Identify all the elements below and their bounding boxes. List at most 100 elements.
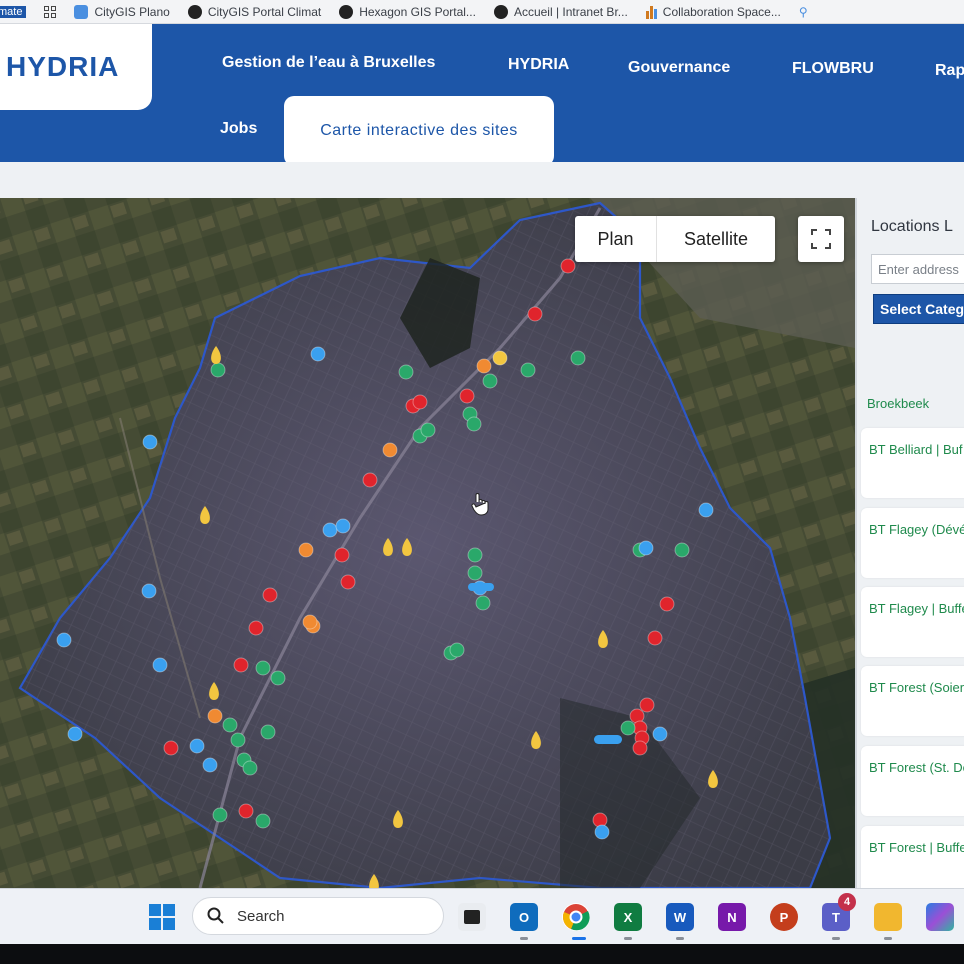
orange-site-marker[interactable] — [207, 708, 223, 724]
logo[interactable]: HYDRIA — [0, 24, 152, 110]
green-site-marker[interactable] — [260, 724, 276, 740]
location-item[interactable]: BT Belliard | Buf — [861, 428, 964, 498]
bookmark-apps[interactable] — [44, 5, 57, 18]
red-site-marker[interactable] — [527, 306, 543, 322]
onenote-icon[interactable]: N — [718, 903, 746, 931]
blue-site-marker[interactable] — [189, 738, 205, 754]
location-item[interactable]: Broekbeek — [867, 396, 929, 411]
green-site-marker[interactable] — [466, 416, 482, 432]
address-search-input[interactable] — [871, 254, 964, 284]
bookmark-citygis-climat[interactable]: CityGIS Portal Climat — [187, 4, 321, 19]
nav-carte-active[interactable]: Carte interactive des sites — [284, 96, 554, 166]
green-site-marker[interactable] — [230, 732, 246, 748]
nav-jobs[interactable]: Jobs — [220, 120, 257, 138]
green-site-marker[interactable] — [255, 813, 271, 829]
blue-site-marker[interactable] — [335, 518, 351, 534]
blue-site-marker[interactable] — [652, 726, 668, 742]
excel-icon[interactable]: X — [614, 903, 642, 931]
red-site-marker[interactable] — [412, 394, 428, 410]
blue-site-marker[interactable] — [698, 502, 714, 518]
red-site-marker[interactable] — [248, 620, 264, 636]
red-site-marker[interactable] — [340, 574, 356, 590]
blue-site-marker[interactable] — [638, 540, 654, 556]
yellow-site-marker[interactable] — [492, 350, 508, 366]
green-site-marker[interactable] — [270, 670, 286, 686]
bookmark-more[interactable]: ⚲ — [799, 5, 808, 19]
blue-segment-marker[interactable] — [468, 583, 494, 591]
blue-site-marker[interactable] — [142, 434, 158, 450]
nav-gestion[interactable]: Gestion de l’eau à Bruxelles — [222, 54, 435, 72]
location-item[interactable]: BT Flagey | Buffe — [861, 587, 964, 657]
outlook-icon[interactable]: O — [510, 903, 538, 931]
m365-icon[interactable] — [926, 903, 954, 931]
logo-text: HYDRIA — [6, 51, 120, 82]
nav-hydria[interactable]: HYDRIA — [508, 56, 569, 74]
location-item[interactable]: BT Forest | Buffe — [861, 826, 964, 888]
blue-site-marker[interactable] — [152, 657, 168, 673]
green-site-marker[interactable] — [520, 362, 536, 378]
red-site-marker[interactable] — [233, 657, 249, 673]
red-site-marker[interactable] — [639, 697, 655, 713]
blue-segment-marker[interactable] — [594, 735, 622, 744]
location-item[interactable]: BT Forest (St. De — [861, 746, 964, 816]
green-site-marker[interactable] — [242, 760, 258, 776]
red-site-marker[interactable] — [238, 803, 254, 819]
bookmark-collaboration[interactable]: Collaboration Space... — [645, 5, 781, 19]
green-site-marker[interactable] — [398, 364, 414, 380]
green-site-marker[interactable] — [449, 642, 465, 658]
nav-gouvernance[interactable]: Gouvernance — [628, 59, 730, 77]
satellite-button[interactable]: Satellite — [657, 216, 775, 262]
red-site-marker[interactable] — [459, 388, 475, 404]
red-site-marker[interactable] — [334, 547, 350, 563]
blue-site-marker[interactable] — [202, 757, 218, 773]
nav-rap[interactable]: Rap — [935, 62, 964, 80]
fullscreen-button[interactable] — [798, 216, 844, 262]
red-site-marker[interactable] — [647, 630, 663, 646]
powerpoint-icon[interactable]: P — [770, 903, 798, 931]
red-site-marker[interactable] — [163, 740, 179, 756]
location-item[interactable]: BT Forest (Soier — [861, 666, 964, 736]
blue-site-marker[interactable] — [594, 824, 610, 840]
bookmark-hexagon[interactable]: Hexagon GIS Portal... — [339, 4, 476, 19]
red-site-marker[interactable] — [659, 596, 675, 612]
green-site-marker[interactable] — [467, 547, 483, 563]
blue-site-marker[interactable] — [310, 346, 326, 362]
green-site-marker[interactable] — [620, 720, 636, 736]
map[interactable]: Plan Satellite — [0, 198, 855, 888]
green-site-marker[interactable] — [475, 595, 491, 611]
red-site-marker[interactable] — [632, 740, 648, 756]
task-view-icon[interactable] — [458, 903, 486, 931]
bookmark-intranet[interactable]: Accueil | Intranet Br... — [493, 4, 628, 19]
red-site-marker[interactable] — [362, 472, 378, 488]
bookmark-mate[interactable]: mate — [0, 5, 27, 18]
orange-site-marker[interactable] — [382, 442, 398, 458]
orange-site-marker[interactable] — [302, 614, 318, 630]
orange-site-marker[interactable] — [476, 358, 492, 374]
file-explorer-icon[interactable] — [874, 903, 902, 931]
green-site-marker[interactable] — [212, 807, 228, 823]
windows-start-icon[interactable] — [148, 903, 176, 931]
blue-site-marker[interactable] — [56, 632, 72, 648]
bookmark-citygis-plano[interactable]: CityGIS Plano — [74, 4, 170, 19]
plan-button[interactable]: Plan — [575, 216, 657, 262]
blue-site-marker[interactable] — [141, 583, 157, 599]
select-category-button[interactable]: Select Catego — [873, 294, 964, 324]
green-site-marker[interactable] — [467, 565, 483, 581]
green-site-marker[interactable] — [674, 542, 690, 558]
blue-site-marker[interactable] — [67, 726, 83, 742]
green-site-marker[interactable] — [482, 373, 498, 389]
nav-flowbru[interactable]: FLOWBRU — [792, 60, 874, 78]
taskbar-search[interactable]: Search — [192, 897, 444, 935]
green-site-marker[interactable] — [222, 717, 238, 733]
blue-site-marker[interactable] — [322, 522, 338, 538]
green-site-marker[interactable] — [255, 660, 271, 676]
red-site-marker[interactable] — [262, 587, 278, 603]
green-site-marker[interactable] — [420, 422, 436, 438]
green-site-marker[interactable] — [210, 362, 226, 378]
red-site-marker[interactable] — [560, 258, 576, 274]
orange-site-marker[interactable] — [298, 542, 314, 558]
green-site-marker[interactable] — [570, 350, 586, 366]
chrome-icon[interactable] — [562, 903, 590, 931]
word-icon[interactable]: W — [666, 903, 694, 931]
location-item[interactable]: BT Flagey (Dévé — [861, 508, 964, 578]
